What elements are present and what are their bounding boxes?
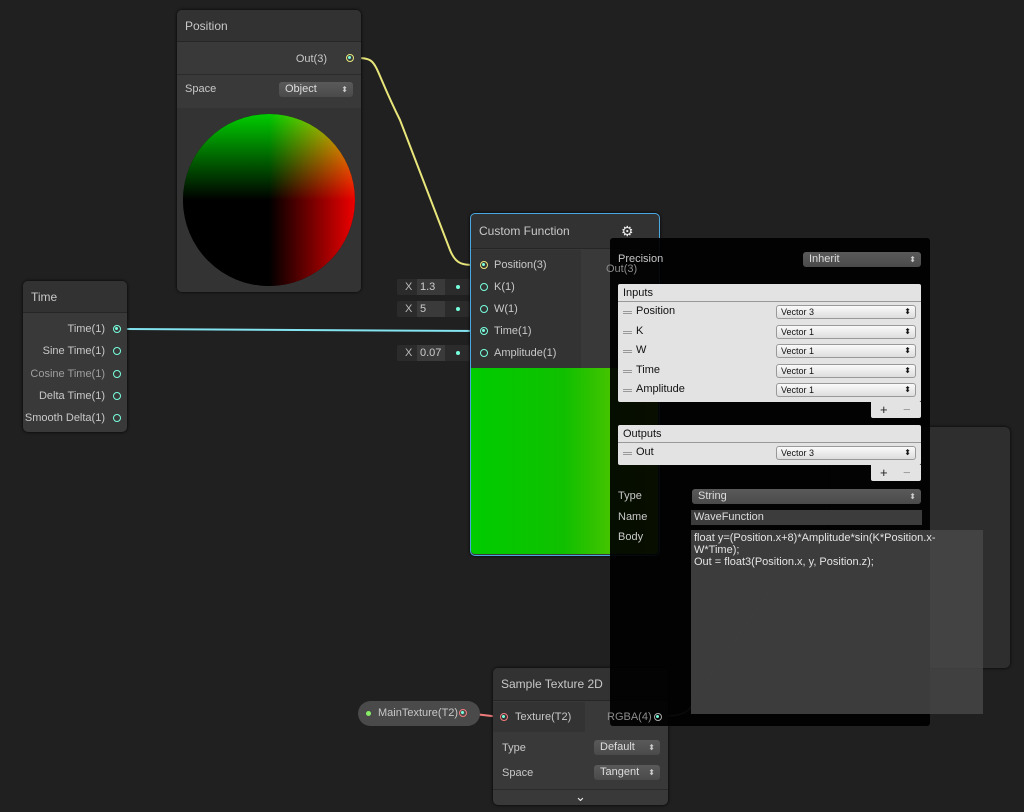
output-label: Smooth Delta(1) [24, 412, 105, 424]
input-row[interactable]: W Vector 1 [618, 341, 921, 361]
out-port-label: Out(3) [295, 53, 327, 65]
output-label: Sine Time(1) [42, 345, 105, 357]
output-label: RGBA(4) [607, 711, 652, 723]
output-port[interactable] [113, 370, 121, 378]
space-dropdown[interactable]: Tangent [594, 765, 660, 780]
input-type-dropdown[interactable]: Vector 1 [776, 344, 916, 358]
input-row[interactable]: Position Vector 3 [618, 302, 921, 322]
output-port[interactable] [654, 713, 662, 721]
drag-handle-icon[interactable] [623, 369, 632, 373]
drag-handle-icon[interactable] [623, 389, 632, 392]
input-row[interactable]: K Vector 1 [618, 322, 921, 342]
input-port[interactable] [480, 305, 488, 313]
name-input[interactable]: WaveFunction [691, 510, 922, 525]
wire-time [119, 328, 481, 332]
w-value-field[interactable]: X5 [397, 301, 470, 317]
space-label: Space [185, 83, 217, 95]
drag-handle-icon[interactable] [623, 350, 632, 353]
node-title: Time [23, 281, 127, 313]
input-label: W(1) [494, 303, 518, 315]
input-port[interactable] [500, 713, 508, 721]
property-dot-icon [366, 711, 371, 716]
add-output-button[interactable]: + [880, 465, 888, 480]
output-label: Out(3) [606, 263, 638, 275]
body-textarea[interactable]: float y=(Position.x+8)*Amplitude*sin(K*P… [691, 530, 983, 714]
input-name[interactable]: K [636, 325, 643, 337]
property-label: MainTexture(T2) [378, 707, 459, 719]
node-title: Position [177, 10, 361, 42]
k-value-field[interactable]: X 1.3 [397, 279, 470, 295]
main-texture-property-node[interactable]: MainTexture(T2) [358, 701, 480, 726]
output-label: Time(1) [67, 323, 105, 335]
input-port[interactable] [480, 349, 488, 357]
inputs-list: Inputs Position Vector 3 K Vector 1 W Vecto… [618, 284, 921, 402]
input-label: Amplitude(1) [494, 347, 557, 359]
input-name[interactable]: Position [636, 305, 675, 317]
input-label: Time(1) [494, 325, 532, 337]
type-label: Type [502, 742, 526, 754]
output-row[interactable]: Out Vector 3 [618, 443, 921, 463]
input-type-dropdown[interactable]: Vector 1 [776, 383, 916, 397]
input-type-dropdown[interactable]: Vector 3 [776, 305, 916, 319]
output-label: Delta Time(1) [38, 390, 105, 402]
amplitude-value-field[interactable]: X 0.07 [397, 345, 470, 361]
type-dropdown[interactable]: Default [594, 740, 660, 755]
input-row[interactable]: Time Vector 1 [618, 361, 921, 381]
outputs-title: Outputs [618, 425, 921, 443]
inputs-add-remove: + − [871, 402, 921, 418]
axis-label: X [405, 347, 413, 359]
output-port[interactable] [113, 325, 121, 333]
wire-position [353, 57, 481, 266]
input-type-dropdown[interactable]: Vector 1 [776, 324, 916, 339]
expand-chevron-icon[interactable]: ⌄ [493, 789, 668, 805]
space-label: Space [502, 767, 534, 779]
input-name[interactable]: Time [636, 364, 660, 376]
input-label: Texture(T2) [515, 711, 572, 723]
preview [177, 108, 361, 292]
outputs-list: Outputs Out Vector 3 [618, 425, 921, 465]
out-port[interactable] [346, 54, 354, 62]
drag-handle-icon[interactable] [623, 330, 632, 334]
value-input[interactable]: 5 [417, 301, 445, 317]
value-input[interactable]: 0.07 [417, 345, 445, 361]
input-label: K(1) [494, 281, 515, 293]
precision-dropdown[interactable]: Inherit [803, 252, 921, 267]
name-label: Name [618, 511, 648, 523]
axis-label: X [405, 281, 413, 293]
body-label: Body [618, 531, 644, 543]
input-port[interactable] [480, 327, 488, 335]
input-port[interactable] [480, 283, 488, 291]
space-dropdown[interactable]: Object [279, 82, 353, 97]
value-input[interactable]: 1.3 [417, 279, 445, 295]
output-port[interactable] [459, 709, 467, 717]
drag-handle-icon[interactable] [623, 452, 632, 455]
time-node[interactable]: Time Time(1) Sine Time(1) Cosine Time(1)… [23, 281, 127, 432]
output-type-dropdown[interactable]: Vector 3 [776, 446, 916, 460]
drag-handle-icon[interactable] [623, 311, 632, 314]
position-node[interactable]: Position Out(3) Space Object [177, 10, 361, 292]
output-port[interactable] [113, 414, 121, 422]
add-input-button[interactable]: + [880, 402, 888, 417]
output-port[interactable] [113, 392, 121, 400]
output-name[interactable]: Out [636, 446, 654, 458]
remove-input-button[interactable]: − [903, 402, 911, 417]
input-name[interactable]: Amplitude [636, 383, 685, 395]
axis-label: X [405, 303, 413, 315]
type-dropdown[interactable]: String [692, 489, 921, 504]
input-row[interactable]: Amplitude Vector 1 [618, 380, 921, 400]
input-port[interactable] [480, 261, 488, 269]
input-name[interactable]: W [636, 344, 646, 356]
output-label: Cosine Time(1) [30, 368, 105, 380]
input-label: Position(3) [494, 259, 547, 271]
input-type-dropdown[interactable]: Vector 1 [776, 363, 916, 378]
output-port[interactable] [113, 347, 121, 355]
remove-output-button[interactable]: − [903, 465, 911, 480]
outputs-add-remove: + − [871, 465, 921, 481]
inputs-title: Inputs [618, 284, 921, 302]
type-label: Type [618, 490, 642, 502]
